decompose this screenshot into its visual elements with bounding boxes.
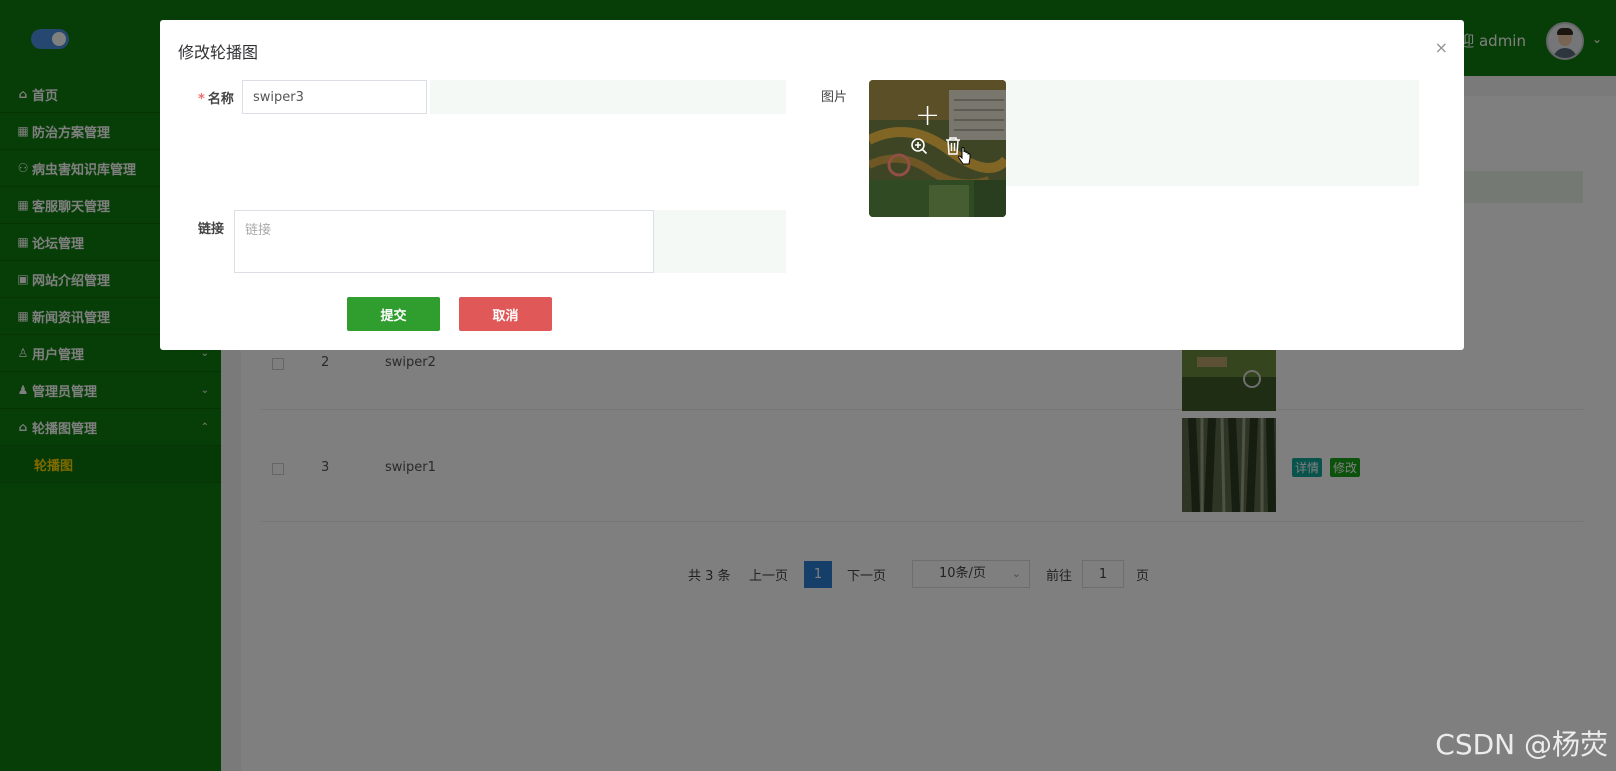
edit-carousel-dialog: 修改轮播图 × *名称 链接 提交 取消 图片 +	[160, 20, 1464, 350]
form-row-bg	[638, 210, 786, 273]
form-row-bg	[989, 80, 1419, 186]
name-label: * 名称	[198, 88, 234, 107]
plus-icon[interactable]: +	[915, 98, 940, 133]
required-mark: *	[198, 92, 205, 107]
dialog-title: 修改轮播图	[178, 43, 259, 62]
link-label: 链接	[198, 222, 225, 237]
image-upload[interactable]: +	[869, 80, 1006, 217]
watermark: CSDN @杨荧	[1435, 728, 1608, 761]
close-icon[interactable]: ×	[1435, 38, 1448, 57]
pointer-cursor-icon	[957, 147, 973, 171]
name-label-text: 名称	[207, 92, 234, 107]
submit-button[interactable]: 提交	[347, 297, 440, 331]
image-label: 图片	[821, 90, 848, 105]
link-field[interactable]	[234, 210, 654, 273]
zoom-in-icon[interactable]	[910, 137, 928, 159]
form-row-bg	[430, 80, 786, 114]
name-field[interactable]	[242, 80, 427, 114]
cancel-button[interactable]: 取消	[459, 297, 552, 331]
